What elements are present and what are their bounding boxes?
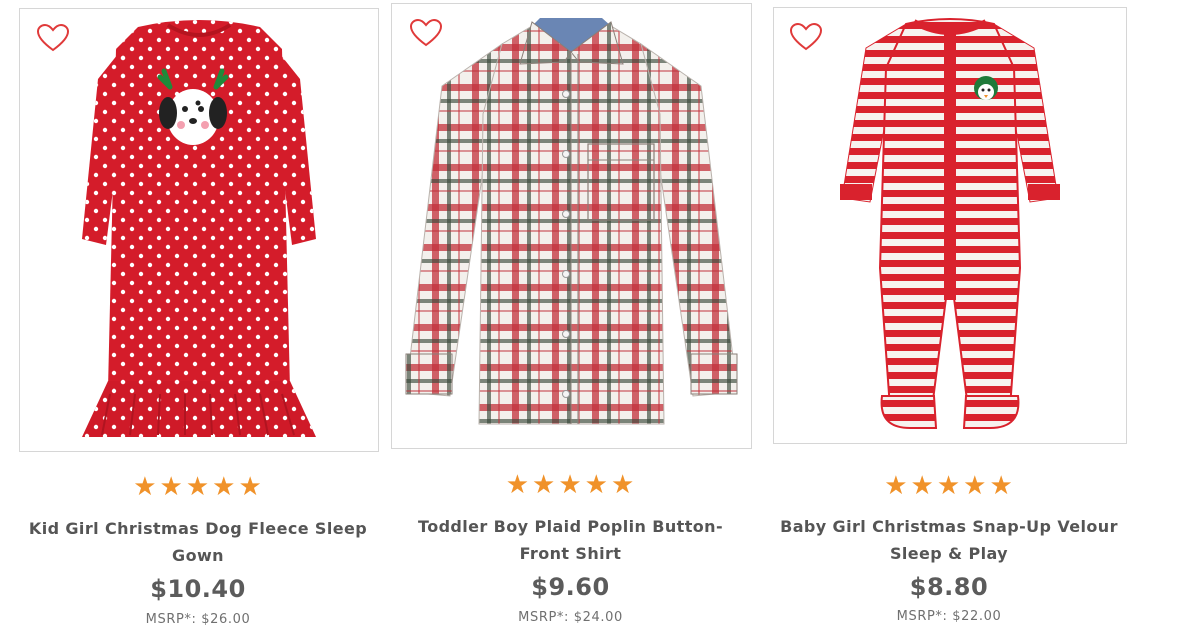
sleep-gown-image [82, 20, 316, 437]
product-image-frame[interactable] [391, 3, 752, 449]
plaid-shirt-image [405, 18, 738, 425]
rating-stars: ★ ★ ★ ★ ★ [773, 472, 1125, 498]
star-icon: ★ [989, 470, 1014, 500]
product-image-frame[interactable] [773, 7, 1127, 444]
favorite-heart-icon[interactable] [409, 18, 443, 48]
rating-stars: ★ ★ ★ ★ ★ [19, 473, 377, 499]
star-icon: ★ [884, 470, 909, 500]
star-icon: ★ [910, 470, 935, 500]
star-icon: ★ [185, 471, 211, 501]
product-msrp: MSRP*: $22.00 [896, 609, 1002, 624]
product-msrp: MSRP*: $24.00 [518, 610, 623, 625]
star-icon: ★ [963, 470, 988, 500]
star-icon: ★ [532, 469, 557, 499]
product-price: $10.40 [150, 575, 246, 603]
star-icon: ★ [212, 471, 237, 501]
product-price: $9.60 [531, 573, 610, 601]
product-price: $8.80 [909, 573, 989, 601]
star-icon: ★ [584, 469, 609, 499]
product-msrp: MSRP*: $26.00 [145, 612, 251, 627]
favorite-heart-icon[interactable] [36, 23, 70, 53]
product-title[interactable]: Toddler Boy Plaid Poplin Button-Front Sh… [396, 513, 745, 567]
star-icon: ★ [610, 469, 636, 499]
penguin-applique [974, 76, 998, 100]
star-icon: ★ [238, 471, 263, 501]
star-icon: ★ [159, 471, 184, 501]
favorite-heart-icon[interactable] [789, 22, 823, 52]
star-icon: ★ [558, 469, 583, 499]
rating-stars: ★ ★ ★ ★ ★ [391, 471, 750, 497]
star-icon: ★ [936, 470, 962, 500]
star-icon: ★ [505, 469, 531, 499]
product-image-frame[interactable] [19, 8, 379, 452]
product-title[interactable]: Kid Girl Christmas Dog Fleece Sleep Gown [14, 515, 382, 569]
star-icon: ★ [133, 471, 158, 501]
product-title[interactable]: Baby Girl Christmas Snap-Up Velour Sleep… [768, 513, 1130, 567]
striped-sleeper-image [840, 18, 1060, 429]
